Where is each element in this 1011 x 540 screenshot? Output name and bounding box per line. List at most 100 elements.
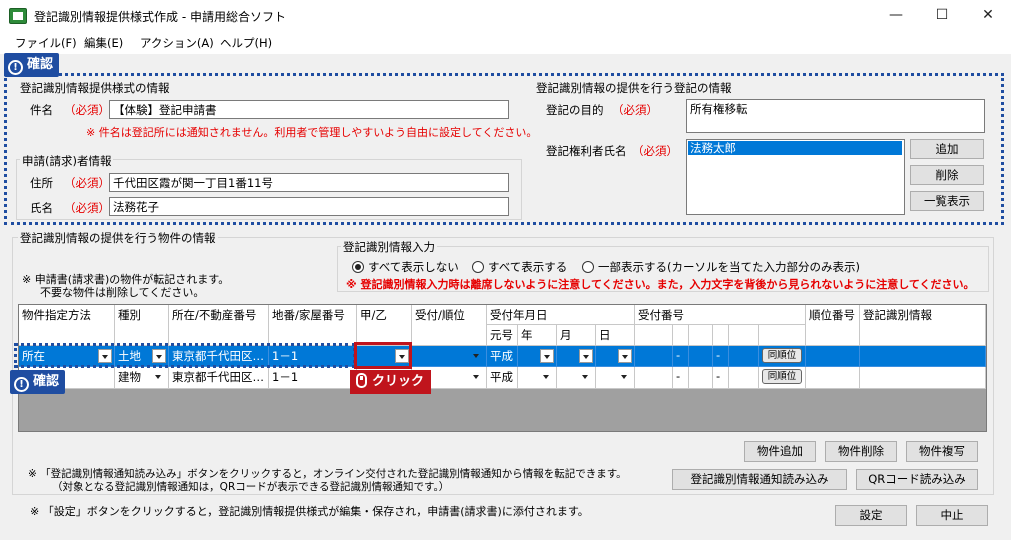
- row2-month[interactable]: [557, 367, 596, 389]
- property-grid[interactable]: 物件指定方法 種別 所在/不動産番号 地番/家屋番号 甲/乙 受付/順位 受付年…: [18, 304, 987, 432]
- header-receipt-no-sub1: [635, 325, 673, 346]
- radio-partial-label: 一部表示する(カーソルを当てた入力部分のみ表示): [598, 260, 860, 274]
- radio-all-shown-label: すべて表示する: [488, 260, 568, 274]
- row1-month[interactable]: [557, 346, 596, 367]
- chevron-down-icon[interactable]: [470, 349, 484, 363]
- row2-type[interactable]: 建物: [115, 367, 169, 389]
- header-month: 月: [557, 325, 596, 346]
- row1-dash2: -: [713, 346, 729, 367]
- property-title: 登記識別情報の提供を行う物件の情報: [18, 230, 218, 246]
- row1-receipt-no-3[interactable]: [729, 346, 759, 367]
- header-lot: 地番/家屋番号: [269, 305, 357, 346]
- radio-all-shown[interactable]: すべて表示する: [472, 259, 567, 275]
- menu-edit[interactable]: 編集(E): [84, 35, 123, 51]
- row1-era[interactable]: 平成: [487, 346, 518, 367]
- chevron-down-icon[interactable]: [618, 370, 632, 384]
- confirm-badge-label: 確認: [33, 374, 60, 389]
- row2-era[interactable]: 平成: [487, 367, 518, 389]
- row2-rank-no[interactable]: [806, 367, 860, 389]
- menu-file[interactable]: ファイル(F): [15, 35, 77, 51]
- title-bar: 登記識別情報提供様式作成 - 申請用総合ソフト — ☐ ✕: [0, 0, 1011, 32]
- chevron-down-icon[interactable]: [579, 370, 593, 384]
- header-era: 元号: [487, 325, 518, 346]
- chevron-down-icon[interactable]: [470, 370, 484, 384]
- row2-day[interactable]: [596, 367, 635, 389]
- confirm-badge-label: 確認: [27, 57, 54, 72]
- click-highlight: [354, 342, 412, 369]
- menu-bar: ファイル(F) 編集(E) アクション(A) ヘルプ(H): [0, 32, 1011, 54]
- chevron-down-icon[interactable]: [579, 349, 593, 363]
- same-rank-button[interactable]: 同順位: [762, 348, 802, 363]
- row2-id-info[interactable]: [860, 367, 986, 389]
- notice-line2: （対象となる登記識別情報通知は，QRコードが表示できる登記識別情報通知です。）: [52, 481, 450, 493]
- row2-lot[interactable]: 1－1: [269, 367, 357, 389]
- click-badge-label: クリック: [372, 374, 425, 389]
- close-button[interactable]: ✕: [965, 0, 1011, 32]
- row2-dash2: -: [713, 367, 729, 389]
- input-mode-title: 登記識別情報入力: [341, 239, 437, 255]
- window-title: 登記識別情報提供様式作成 - 申請用総合ソフト: [34, 10, 286, 24]
- header-receipt-order: 受付/順位: [412, 305, 487, 346]
- header-receipt-date: 受付年月日: [487, 305, 635, 325]
- header-receipt-no-sub6: [759, 325, 806, 346]
- property-delete-button[interactable]: 物件削除: [825, 441, 897, 462]
- radio-all-hidden[interactable]: すべて表示しない: [352, 259, 459, 275]
- input-warning: ※ 登記識別情報入力時は離席しないように注意してください。また，入力文字を背後か…: [346, 278, 975, 291]
- row2-receipt-no-1[interactable]: [635, 367, 673, 389]
- maximize-button[interactable]: ☐: [919, 0, 965, 32]
- chevron-down-icon[interactable]: [540, 370, 554, 384]
- radio-off-icon: [582, 261, 594, 273]
- row2-same-rank-cell: 同順位: [759, 367, 806, 389]
- property-add-button[interactable]: 物件追加: [744, 441, 816, 462]
- header-location: 所在/不動産番号: [169, 305, 269, 346]
- radio-partial[interactable]: 一部表示する(カーソルを当てた入力部分のみ表示): [582, 259, 860, 275]
- click-badge: クリック: [350, 370, 432, 394]
- chevron-down-icon[interactable]: [540, 349, 554, 363]
- header-receipt-no-sub3: [689, 325, 713, 346]
- header-type: 種別: [115, 305, 169, 346]
- header-receipt-no: 受付番号: [635, 305, 806, 325]
- row1-receipt-order[interactable]: [412, 346, 487, 367]
- read-notice-button[interactable]: 登記識別情報通知読み込み: [672, 469, 847, 490]
- header-year: 年: [518, 325, 557, 346]
- menu-help[interactable]: ヘルプ(H): [220, 35, 272, 51]
- same-rank-button[interactable]: 同順位: [762, 369, 802, 384]
- row1-receipt-no-1[interactable]: [635, 346, 673, 367]
- chevron-down-icon[interactable]: [618, 349, 632, 363]
- property-copy-button[interactable]: 物件複写: [906, 441, 978, 462]
- row1-id-info[interactable]: [860, 346, 986, 367]
- confirm-badge-top: ! 確認: [4, 53, 60, 77]
- cancel-button[interactable]: 中止: [916, 505, 988, 526]
- header-receipt-no-sub2: [673, 325, 689, 346]
- header-id-info: 登記識別情報: [860, 305, 986, 346]
- settings-button[interactable]: 設定: [835, 505, 907, 526]
- menu-action[interactable]: アクション(A): [140, 35, 214, 51]
- minimize-button[interactable]: —: [873, 0, 919, 32]
- row2-year[interactable]: [518, 367, 557, 389]
- mouse-icon: [356, 373, 367, 388]
- row1-same-rank-cell: 同順位: [759, 346, 806, 367]
- chevron-down-icon[interactable]: [152, 370, 166, 384]
- row1-rank-no[interactable]: [806, 346, 860, 367]
- row2-dash1: -: [673, 367, 689, 389]
- row1-receipt-no-2[interactable]: [689, 346, 713, 367]
- row1-day[interactable]: [596, 346, 635, 367]
- app-icon: [9, 8, 27, 24]
- exclamation-icon: !: [8, 60, 23, 75]
- confirm-highlight-row: [14, 343, 356, 368]
- row2-type-text: 建物: [118, 370, 141, 384]
- footer-note: ※ 「設定」ボタンをクリックすると，登記識別情報提供様式が編集・保存され，申請書…: [30, 505, 589, 518]
- row1-dash1: -: [673, 346, 689, 367]
- header-receipt-no-sub4: [713, 325, 729, 346]
- row1-year[interactable]: [518, 346, 557, 367]
- header-day: 日: [596, 325, 635, 346]
- exclamation-icon: !: [14, 377, 29, 392]
- header-method: 物件指定方法: [19, 305, 115, 346]
- qr-read-button[interactable]: QRコード読み込み: [856, 469, 978, 490]
- header-receipt-no-sub5: [729, 325, 759, 346]
- row2-receipt-no-3[interactable]: [729, 367, 759, 389]
- row2-location[interactable]: 東京都千代田区…: [169, 367, 269, 389]
- row2-receipt-no-2[interactable]: [689, 367, 713, 389]
- radio-on-icon: [352, 261, 364, 273]
- radio-off-icon: [472, 261, 484, 273]
